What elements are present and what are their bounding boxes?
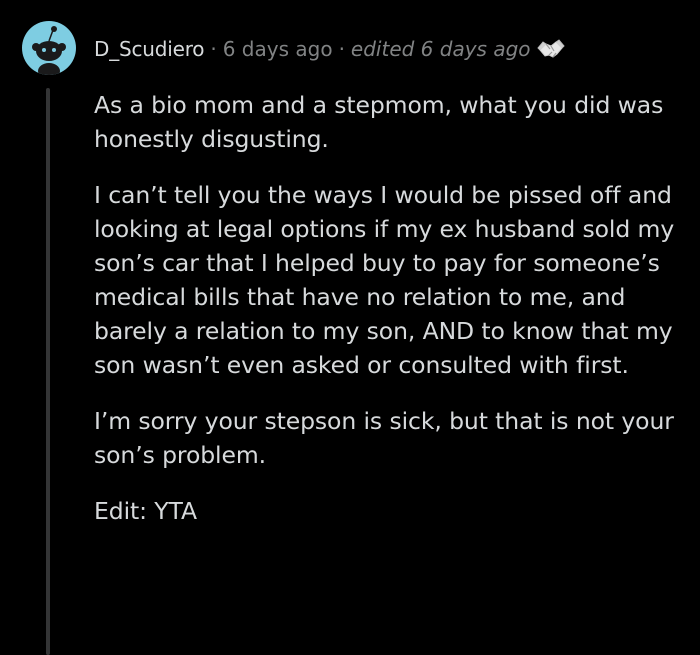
comment-paragraph: I can’t tell you the ways I would be pis…	[94, 181, 675, 379]
timestamp[interactable]: 6 days ago	[223, 37, 333, 61]
handshake-award-icon[interactable]	[536, 36, 565, 62]
thread-line[interactable]	[46, 88, 50, 655]
separator-dot: ·	[338, 37, 345, 61]
snoo-avatar-icon	[32, 26, 66, 75]
comment-paragraph: As a bio mom and a stepmom, what you did…	[94, 91, 664, 153]
edited-timestamp: edited 6 days ago	[350, 37, 531, 61]
separator-dot: ·	[210, 37, 217, 61]
comment-header: D_Scudiero · 6 days ago · edited 6 days …	[94, 34, 565, 64]
username-link[interactable]: D_Scudiero	[94, 37, 205, 61]
user-avatar[interactable]	[22, 21, 76, 75]
comment: D_Scudiero · 6 days ago · edited 6 days …	[0, 0, 700, 655]
comment-paragraph: I’m sorry your stepson is sick, but that…	[94, 407, 674, 469]
comment-paragraph: Edit: YTA	[94, 497, 197, 525]
comment-body: As a bio mom and a stepmom, what you did…	[94, 88, 694, 550]
